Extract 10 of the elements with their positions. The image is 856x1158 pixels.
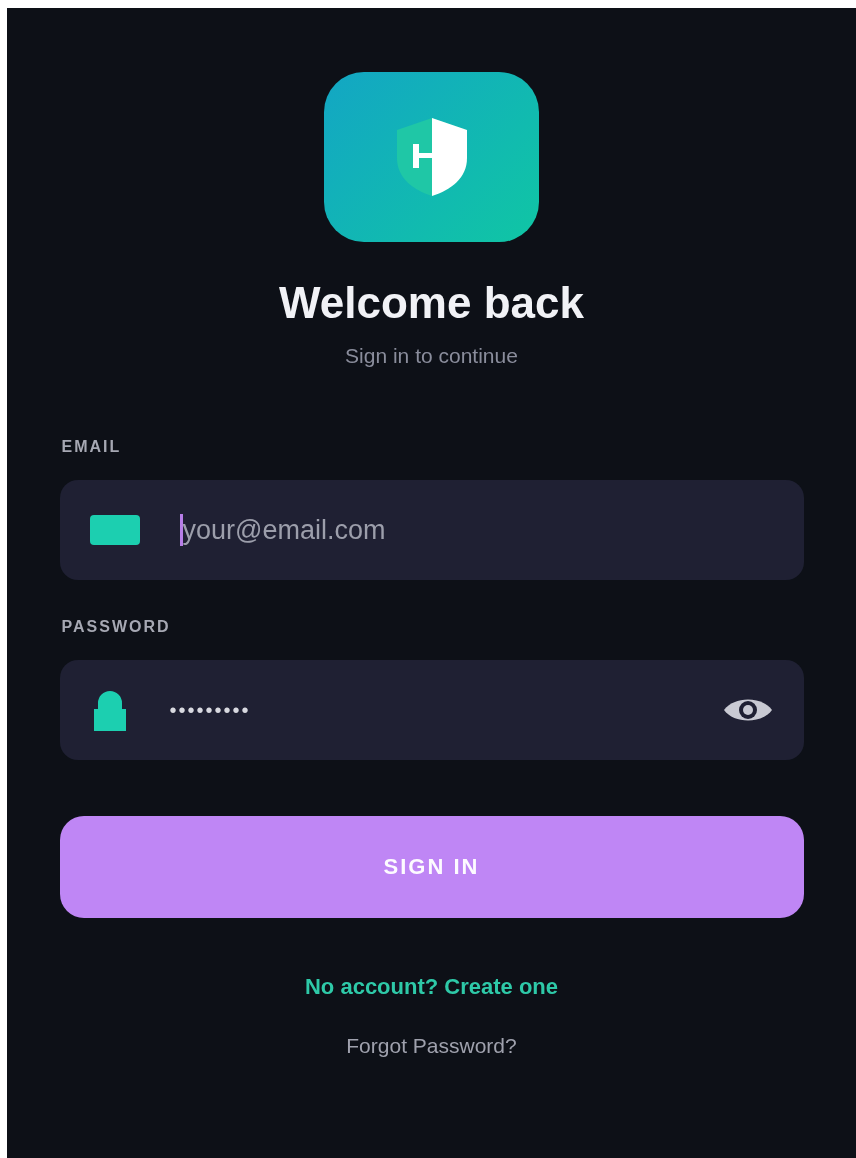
password-field[interactable]: ••••••••• bbox=[59, 660, 804, 760]
envelope-icon bbox=[89, 515, 140, 545]
subtitle: Sign in to continue bbox=[345, 344, 518, 368]
welcome-title: Welcome back bbox=[279, 278, 584, 328]
field-label: EMAIL bbox=[61, 438, 123, 456]
create-account-link[interactable]: No account? Create one bbox=[304, 974, 558, 1000]
password-value: ••••••••• bbox=[169, 698, 251, 722]
text-cursor bbox=[179, 514, 183, 546]
forgot-password-link[interactable]: Forgot Password? bbox=[346, 1034, 517, 1058]
field-label: PASSWORD bbox=[61, 618, 172, 636]
